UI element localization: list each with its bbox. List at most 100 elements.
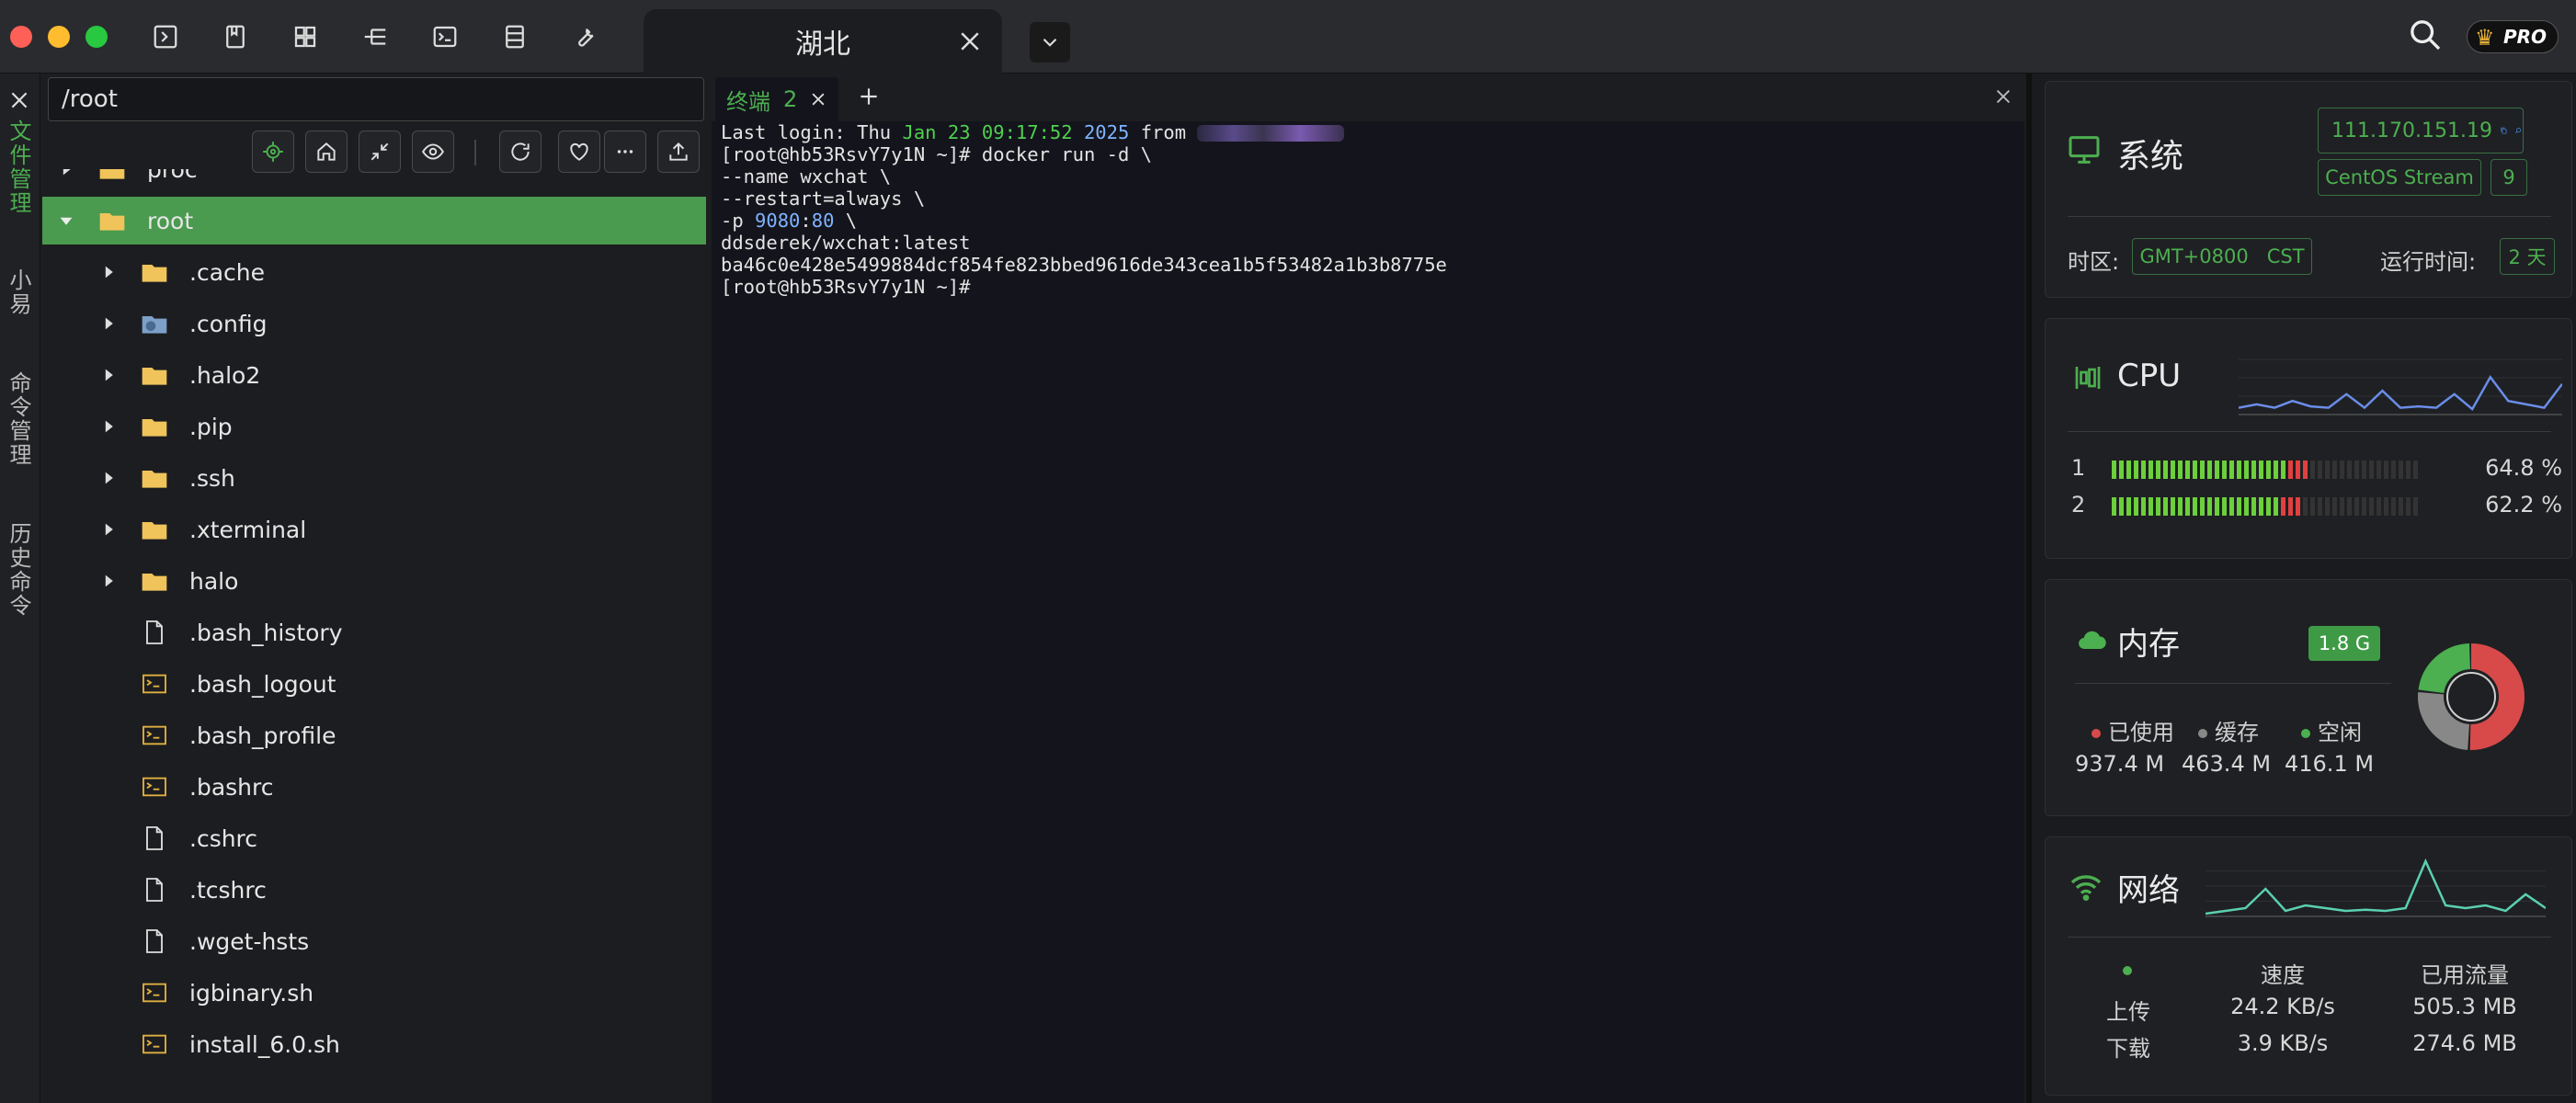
favorite-button[interactable]: [558, 131, 600, 173]
cpu-bar-segment: [2119, 461, 2124, 479]
file-tree-row[interactable]: .pip: [42, 403, 706, 450]
plus-icon[interactable]: [857, 85, 881, 108]
refresh-button[interactable]: [499, 131, 541, 173]
file-tree-row[interactable]: .bash_profile: [42, 711, 706, 759]
caret-right-icon[interactable]: [101, 316, 116, 331]
file-name: igbinary.sh: [189, 979, 314, 1006]
copy-icon[interactable]: [2500, 120, 2508, 141]
file-tree-row[interactable]: .config: [42, 300, 706, 347]
terminal-file-icon: [140, 721, 169, 750]
tab-dropdown-button[interactable]: [1030, 22, 1070, 63]
file-tree-row[interactable]: .cshrc: [42, 814, 706, 862]
home-button[interactable]: [305, 131, 348, 173]
caret-right-icon[interactable]: [101, 368, 116, 382]
file-tree-row[interactable]: .cache: [42, 248, 706, 296]
window-minimize-button[interactable]: [48, 26, 70, 48]
ip-chip[interactable]: 111.170.151.19: [2318, 108, 2524, 154]
file-tree-row[interactable]: install_6.0.sh: [42, 1020, 706, 1068]
rail-item-command-manager[interactable]: 命令管理: [6, 371, 35, 467]
path-input[interactable]: /root: [48, 77, 704, 121]
cpu-bar-segment: [2296, 497, 2300, 516]
cpu-bar-segment: [2259, 461, 2263, 479]
cpu-bar-segment: [2229, 461, 2234, 479]
cpu-bar-segment: [2178, 461, 2183, 479]
cpu-bar-segment: [2332, 461, 2337, 479]
rail-item-xiaoyi[interactable]: 小易: [6, 268, 35, 316]
cpu-bar-segment: [2259, 497, 2263, 516]
search-icon[interactable]: [2407, 17, 2444, 53]
caret-right-icon[interactable]: [101, 574, 116, 588]
pro-badge[interactable]: ♛ PRO: [2467, 20, 2559, 53]
network-panel: 网络 速度 已用流量 上传 24.2 KB/s 505.3 MB 下载 3.9 …: [2045, 836, 2572, 1096]
caret-down-icon[interactable]: [59, 213, 74, 228]
timezone-label: 时区:: [2068, 249, 2120, 275]
rail-item-file-manager[interactable]: 文件管理: [6, 119, 35, 215]
cpu-bar-segment: [2126, 461, 2131, 479]
file-name: install_6.0.sh: [189, 1030, 340, 1058]
cpu-bar-segment: [2171, 461, 2175, 479]
file-tree-row[interactable]: .ssh: [42, 454, 706, 502]
terminal-box-icon[interactable]: [149, 20, 182, 53]
console-icon[interactable]: [428, 20, 462, 53]
caret-right-icon[interactable]: [101, 419, 116, 434]
caret-right-icon[interactable]: [59, 169, 74, 176]
file-tree-row[interactable]: root: [42, 197, 706, 244]
terminal-text: \: [834, 210, 858, 232]
search-icon[interactable]: [2514, 120, 2523, 141]
show-hidden-button[interactable]: [412, 131, 454, 173]
rail-item-history[interactable]: 历史命令: [6, 522, 35, 618]
file-tree-row[interactable]: halo: [42, 557, 706, 605]
caret-right-icon[interactable]: [101, 522, 116, 537]
caret-right-icon[interactable]: [101, 471, 116, 485]
window-close-button[interactable]: [10, 26, 32, 48]
caret-right-icon[interactable]: [101, 265, 116, 279]
file-icon: [140, 875, 169, 904]
cpu-bar-segment: [2391, 497, 2396, 516]
os-chip: CentOS Stream: [2318, 159, 2481, 196]
more-button[interactable]: [604, 131, 646, 173]
close-icon[interactable]: [7, 88, 31, 112]
cpu-bar-segment: [2237, 461, 2241, 479]
terminal-output[interactable]: Last login: Thu Jan 23 09:17:52 2025 fro…: [721, 121, 2017, 1096]
window-zoom-button[interactable]: [85, 26, 108, 48]
close-icon[interactable]: [809, 90, 827, 108]
cpu-bar-segment: [2384, 497, 2388, 516]
wrench-icon[interactable]: [568, 20, 601, 53]
file-tree-row[interactable]: igbinary.sh: [42, 969, 706, 1017]
cpu-bar-segment: [2244, 461, 2249, 479]
file-name: proc: [147, 169, 198, 183]
system-title: 系统: [2117, 138, 2184, 176]
toolbar-divider: [474, 140, 476, 165]
side-rail: 文件管理 小易 命令管理 历史命令: [0, 74, 40, 1103]
file-tree-row[interactable]: .bash_history: [42, 608, 706, 656]
cpu-bar-segment: [2340, 497, 2344, 516]
cpu-bar-segment: [2288, 461, 2293, 479]
close-icon[interactable]: [956, 28, 984, 55]
bookmark-icon[interactable]: [219, 20, 252, 53]
file-tree: proc root .cache .config .halo2 .pip .ssh .xter…: [42, 169, 708, 1103]
file-tree-row[interactable]: .wget-hsts: [42, 917, 706, 965]
tree-structure-icon[interactable]: [359, 20, 392, 53]
cpu-bar-segment: [2310, 497, 2315, 516]
cpu-bar-segment: [2178, 497, 2183, 516]
server-icon[interactable]: [498, 20, 531, 53]
file-tree-row[interactable]: .tcshrc: [42, 866, 706, 914]
cpu-bar-segment: [2413, 497, 2418, 516]
file-tree-row[interactable]: proc: [42, 169, 706, 193]
file-tree-row[interactable]: .bashrc: [42, 763, 706, 811]
upload-button[interactable]: [657, 131, 700, 173]
locate-button[interactable]: [252, 131, 294, 173]
terminal-line: [root@hb53RsvY7y1N ~]# docker run -d \: [721, 143, 2017, 165]
file-tree-row[interactable]: .halo2: [42, 351, 706, 399]
terminal-text: :: [800, 210, 812, 232]
terminal-tab[interactable]: 终端 2: [715, 77, 838, 121]
file-tree-row[interactable]: .bash_logout: [42, 660, 706, 708]
divider: [2075, 683, 2391, 684]
collapse-button[interactable]: [359, 131, 401, 173]
grid-icon[interactable]: [289, 20, 322, 53]
file-tree-row[interactable]: .xterminal: [42, 506, 706, 553]
terminal-text: [root@hb53RsvY7y1N ~]# docker run -d \: [721, 143, 1152, 165]
session-tab[interactable]: 湖北: [644, 9, 1002, 74]
terminal-pane: 终端 2 Last login: Thu Jan 23 09:17:52 202…: [712, 74, 2032, 1103]
close-icon[interactable]: [1993, 86, 2013, 107]
